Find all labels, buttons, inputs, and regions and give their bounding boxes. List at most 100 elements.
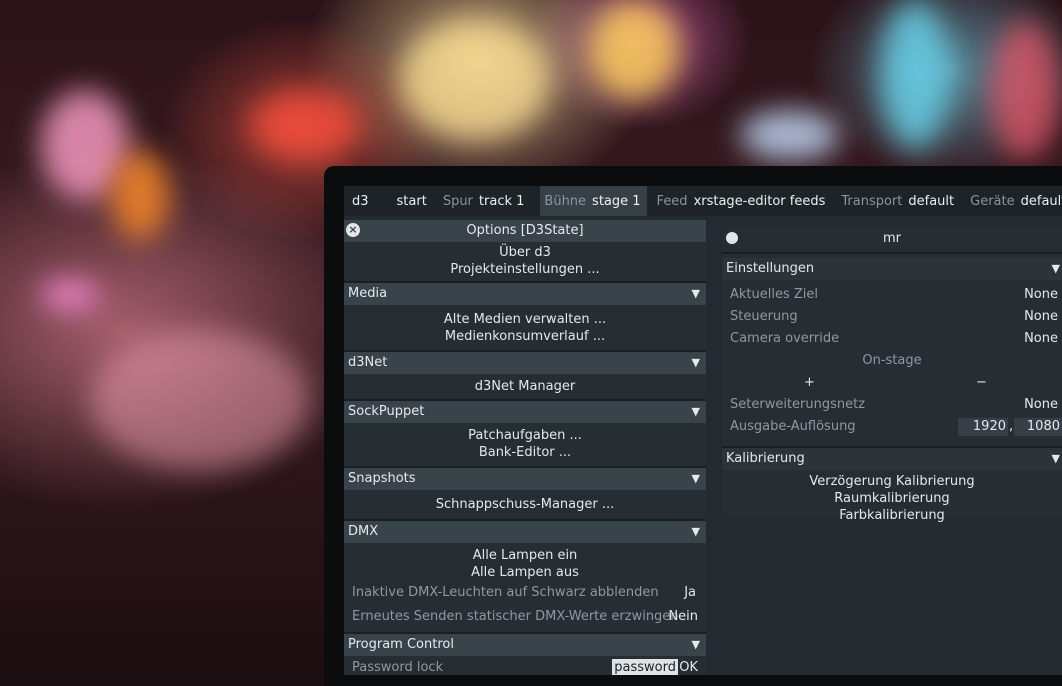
password-input[interactable]: password xyxy=(612,659,678,675)
stage-selector[interactable]: Bühne stage 1 xyxy=(540,186,647,216)
chevron-down-icon[interactable]: ▼ xyxy=(692,468,700,490)
dmx-resend-static-toggle[interactable]: Nein xyxy=(668,605,698,629)
menu-item-about[interactable]: Über d3 xyxy=(344,244,706,261)
resolution-height-input[interactable]: 1080 xyxy=(1014,418,1062,436)
onstage-label: On-stage xyxy=(862,353,922,368)
section-title: SockPuppet xyxy=(348,404,425,419)
remove-button[interactable]: − xyxy=(976,372,987,394)
menu-item-snapshot-manager[interactable]: Schnappschuss-Manager ... xyxy=(344,496,706,513)
menu-item-project-settings[interactable]: Projekteinstellungen ... xyxy=(344,261,706,278)
resolution-separator: , xyxy=(1009,419,1014,434)
section-snapshots: Snapshots ▼ Schnappschuss-Manager ... xyxy=(344,466,706,516)
row-label: Seterweiterungsnetz xyxy=(730,397,866,412)
light-blob xyxy=(990,20,1060,160)
options-panel: × Options [D3State] Über d3 Projekteinst… xyxy=(344,220,706,675)
section-title: Einstellungen xyxy=(726,261,815,276)
camera-override-value[interactable]: None xyxy=(1024,328,1058,350)
section-header-program-control[interactable]: Program Control ▼ xyxy=(344,634,706,656)
menu-item-old-media[interactable]: Alte Medien verwalten ... xyxy=(344,311,706,328)
light-blob xyxy=(250,90,360,160)
feed-value: xrstage-editor feeds xyxy=(693,193,826,209)
menu-item-d3net-manager[interactable]: d3Net Manager xyxy=(344,378,706,395)
control-value[interactable]: None xyxy=(1024,306,1058,328)
menu-item-bank-editor[interactable]: Bank-Editor ... xyxy=(344,444,706,461)
menu-item-media-history[interactable]: Medienkonsumverlauf ... xyxy=(344,328,706,345)
row-label: Aktuelles Ziel xyxy=(730,287,819,302)
menu-item-patch-tasks[interactable]: Patchaufgaben ... xyxy=(344,427,706,444)
track-selector[interactable]: Spur track 1 xyxy=(443,186,541,216)
extension-mesh-value[interactable]: None xyxy=(1024,394,1058,416)
menu-item-room-calibration[interactable]: Raumkalibrierung xyxy=(722,490,1062,507)
feed-label: Feed xyxy=(656,193,688,209)
section-header-d3net[interactable]: d3Net ▼ xyxy=(344,352,706,374)
section-media: Media ▼ Alte Medien verwalten ... Medien… xyxy=(344,281,706,347)
target-value[interactable]: None xyxy=(1024,284,1058,306)
chevron-down-icon[interactable]: ▼ xyxy=(692,521,700,543)
menu-item-delay-calibration[interactable]: Verzögerung Kalibrierung xyxy=(722,473,1062,490)
section-title: Snapshots xyxy=(348,471,416,486)
section-header-calibration[interactable]: Kalibrierung ▼ xyxy=(722,446,1062,470)
close-icon[interactable]: × xyxy=(346,223,360,237)
add-button[interactable]: + xyxy=(804,372,815,394)
settings-row-extension-mesh: Seterweiterungsnetz None xyxy=(722,394,1062,416)
track-value: track 1 xyxy=(478,193,525,209)
chevron-down-icon[interactable]: ▼ xyxy=(692,283,700,305)
pin-icon[interactable] xyxy=(726,232,738,244)
options-panel-title[interactable]: × Options [D3State] xyxy=(344,220,706,242)
section-header-settings[interactable]: Einstellungen ▼ xyxy=(722,258,1062,280)
transport-selector[interactable]: Transport default xyxy=(841,186,970,216)
top-bar: d3 start Spur track 1 Bühne stage 1 Feed… xyxy=(344,186,1062,216)
d3-editor-screen: d3 start Spur track 1 Bühne stage 1 Feed… xyxy=(344,186,1062,675)
section-header-media[interactable]: Media ▼ xyxy=(344,283,706,305)
onstage-controls-row: + − xyxy=(722,372,1062,394)
transport-value: default xyxy=(908,193,955,209)
chevron-down-icon[interactable]: ▼ xyxy=(1052,258,1060,280)
light-blob xyxy=(110,150,170,240)
chevron-down-icon[interactable]: ▼ xyxy=(692,352,700,374)
resolution-width-input[interactable]: 1920 xyxy=(958,418,1008,436)
transport-label: Transport xyxy=(841,193,903,209)
row-label: Inaktive DMX-Leuchten auf Schwarz abblen… xyxy=(352,585,659,600)
section-header-dmx[interactable]: DMX ▼ xyxy=(344,521,706,543)
section-program-control: Program Control ▼ Password lock password… xyxy=(344,632,706,675)
section-d3net: d3Net ▼ d3Net Manager xyxy=(344,350,706,396)
section-dmx: DMX ▼ Alle Lampen ein Alle Lampen aus In… xyxy=(344,519,706,629)
row-label: Camera override xyxy=(730,331,840,346)
password-ok-button[interactable]: OK xyxy=(679,656,698,675)
light-blob xyxy=(400,20,550,140)
section-header-sockpuppet[interactable]: SockPuppet ▼ xyxy=(344,401,706,423)
dmx-fade-inactive-toggle[interactable]: Ja xyxy=(684,581,696,605)
settings-row-target: Aktuelles Ziel None xyxy=(722,284,1062,306)
devices-selector[interactable]: Geräte default xyxy=(970,186,1062,216)
start-button[interactable]: start xyxy=(397,194,427,209)
section-sockpuppet: SockPuppet ▼ Patchaufgaben ... Bank-Edit… xyxy=(344,399,706,463)
dmx-resend-static-row: Erneutes Senden statischer DMX-Werte erz… xyxy=(344,605,706,629)
mr-title-text: mr xyxy=(882,231,901,246)
feed-selector[interactable]: Feed xrstage-editor feeds xyxy=(657,186,842,216)
light-blob xyxy=(40,280,100,310)
light-blob xyxy=(740,110,840,160)
menu-item-color-calibration[interactable]: Farbkalibrierung xyxy=(722,507,1062,524)
menu-item-all-lamps-on[interactable]: Alle Lampen ein xyxy=(344,547,706,564)
light-blob xyxy=(90,330,310,470)
section-title: d3Net xyxy=(348,355,388,370)
section-title: Program Control xyxy=(348,637,454,652)
mr-panel-title[interactable]: mr xyxy=(722,226,1062,254)
app-name[interactable]: d3 xyxy=(352,194,369,209)
row-label: Steuerung xyxy=(730,309,798,324)
row-label: Password lock xyxy=(352,660,444,675)
stage-label: Bühne xyxy=(544,193,587,209)
settings-row-control: Steuerung None xyxy=(722,306,1062,328)
chevron-down-icon[interactable]: ▼ xyxy=(692,401,700,423)
devices-value: default xyxy=(1020,193,1062,209)
section-title: Media xyxy=(348,286,388,301)
stage-value: stage 1 xyxy=(592,193,641,209)
row-label: Erneutes Senden statischer DMX-Werte erz… xyxy=(352,609,679,624)
mr-panel: mr Einstellungen ▼ Aktuelles Ziel None S… xyxy=(722,226,1062,523)
password-lock-row: Password lock password OK xyxy=(344,656,706,675)
section-title: DMX xyxy=(348,524,379,539)
chevron-down-icon[interactable]: ▼ xyxy=(692,634,700,656)
chevron-down-icon[interactable]: ▼ xyxy=(1052,448,1060,470)
menu-item-all-lamps-off[interactable]: Alle Lampen aus xyxy=(344,564,706,581)
section-header-snapshots[interactable]: Snapshots ▼ xyxy=(344,468,706,490)
